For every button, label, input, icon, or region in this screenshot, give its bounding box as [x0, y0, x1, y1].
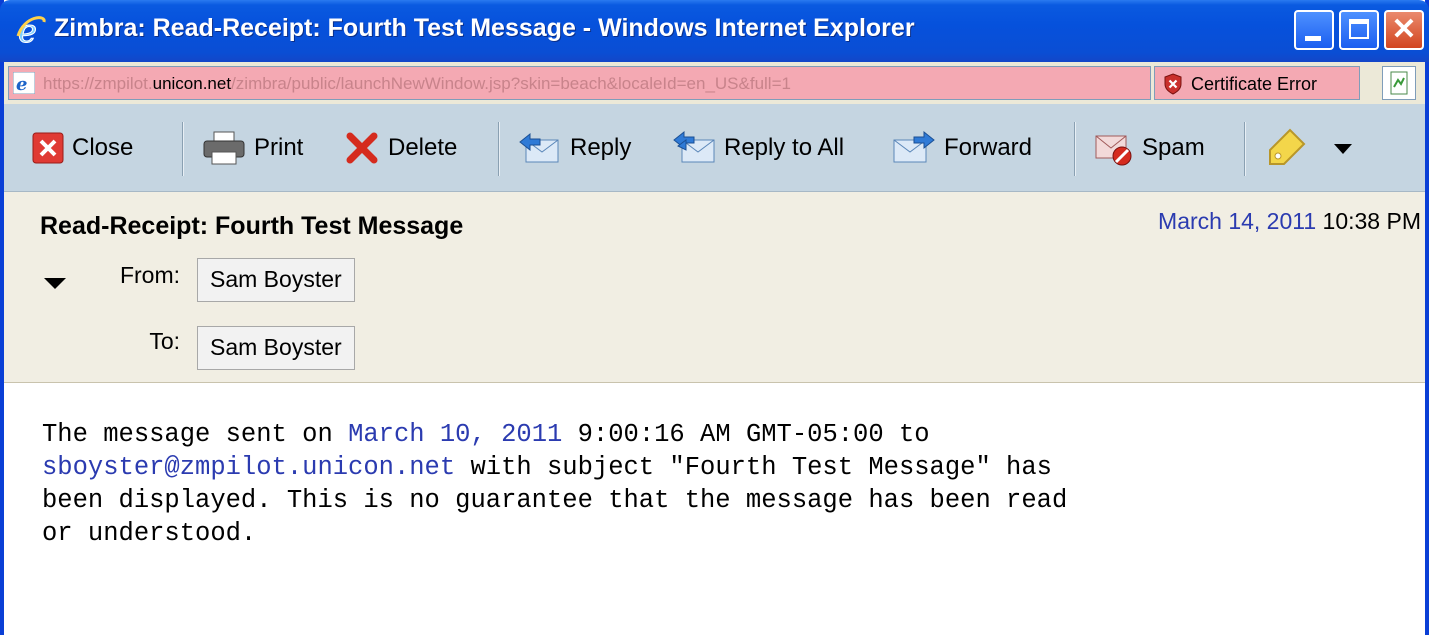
internet-explorer-icon: e: [16, 12, 46, 48]
tag-icon: [1269, 128, 1306, 165]
reply-all-icon: [673, 130, 715, 163]
reply-all-label: Reply to All: [724, 134, 845, 161]
page-icon: [1390, 71, 1408, 95]
spam-icon: [1095, 135, 1132, 166]
page-ie-icon: e: [13, 72, 35, 94]
delete-x-icon: [346, 132, 378, 164]
toolbar-separator: [498, 122, 500, 176]
from-address-bubble[interactable]: Sam Boyster: [197, 258, 355, 302]
url-field[interactable]: e https://zmpilot.unicon.net/zimbra/publ…: [8, 66, 1151, 100]
message-time: 10:38 PM: [1322, 208, 1421, 234]
chevron-down-icon: [1334, 144, 1352, 154]
spam-button[interactable]: Spam: [1094, 128, 1205, 168]
forward-icon: [893, 130, 935, 163]
reply-icon: [519, 132, 559, 163]
from-label: From:: [119, 262, 180, 288]
printer-icon: [203, 131, 245, 165]
svg-text:e: e: [16, 74, 27, 94]
message-subject: Read-Receipt: Fourth Test Message: [40, 212, 464, 240]
reply-all-button[interactable]: Reply to All: [672, 128, 844, 168]
message-body: The message sent on March 10, 2011 9:00:…: [42, 418, 1382, 550]
shield-error-icon: [1164, 73, 1182, 95]
certificate-error-button[interactable]: Certificate Error: [1154, 66, 1360, 100]
certificate-error-label: Certificate Error: [1191, 74, 1318, 94]
message-toolbar: Close Print Delete Reply Reply to All Fo…: [4, 104, 1425, 192]
delete-label: Delete: [388, 134, 458, 161]
browser-window: e Zimbra: Read-Receipt: Fourth Test Mess…: [0, 0, 1429, 635]
maximize-button[interactable]: [1339, 10, 1379, 50]
forward-label: Forward: [944, 134, 1033, 161]
minimize-button[interactable]: [1294, 10, 1334, 50]
delete-button[interactable]: Delete: [344, 128, 457, 168]
to-address-bubble[interactable]: Sam Boyster: [197, 326, 355, 370]
toolbar-separator: [1244, 122, 1246, 176]
message-header: Read-Receipt: Fourth Test Message March …: [4, 192, 1425, 383]
address-bar: e https://zmpilot.unicon.net/zimbra/publ…: [4, 62, 1425, 104]
close-message-button[interactable]: Close: [32, 128, 133, 168]
to-label: To:: [149, 328, 180, 354]
message-date-link[interactable]: March 14, 2011: [1158, 208, 1316, 234]
toolbar-separator: [1074, 122, 1076, 176]
body-line-2: sboyster@zmpilot.unicon.net with subject…: [42, 453, 1052, 482]
page-button[interactable]: [1382, 66, 1416, 100]
print-label: Print: [254, 134, 304, 161]
expand-header-icon[interactable]: [44, 278, 66, 289]
date-link[interactable]: March 10, 2011: [348, 420, 562, 449]
close-icon: [32, 132, 64, 164]
print-button[interactable]: Print: [202, 128, 303, 168]
body-line-1: The message sent on March 10, 2011 9:00:…: [42, 420, 930, 449]
forward-button[interactable]: Forward: [892, 128, 1032, 168]
close-icon: ✕: [1391, 13, 1417, 46]
body-line-4: or understood.: [42, 519, 257, 548]
title-bar[interactable]: e Zimbra: Read-Receipt: Fourth Test Mess…: [0, 0, 1429, 62]
reply-label: Reply: [570, 134, 632, 161]
message-date: March 14, 2011 10:38 PM: [1158, 208, 1421, 235]
window-close-button[interactable]: ✕: [1384, 10, 1424, 50]
reply-button[interactable]: Reply: [518, 128, 631, 168]
spam-label: Spam: [1142, 134, 1205, 161]
body-line-3: been displayed. This is no guarantee tha…: [42, 486, 1068, 515]
window-title: Zimbra: Read-Receipt: Fourth Test Messag…: [54, 14, 915, 42]
tag-menu-button[interactable]: [1266, 128, 1364, 168]
url-text: https://zmpilot.unicon.net/zimbra/public…: [43, 74, 791, 93]
email-link[interactable]: sboyster@zmpilot.unicon.net: [42, 453, 455, 482]
close-label: Close: [72, 134, 134, 161]
toolbar-separator: [182, 122, 184, 176]
